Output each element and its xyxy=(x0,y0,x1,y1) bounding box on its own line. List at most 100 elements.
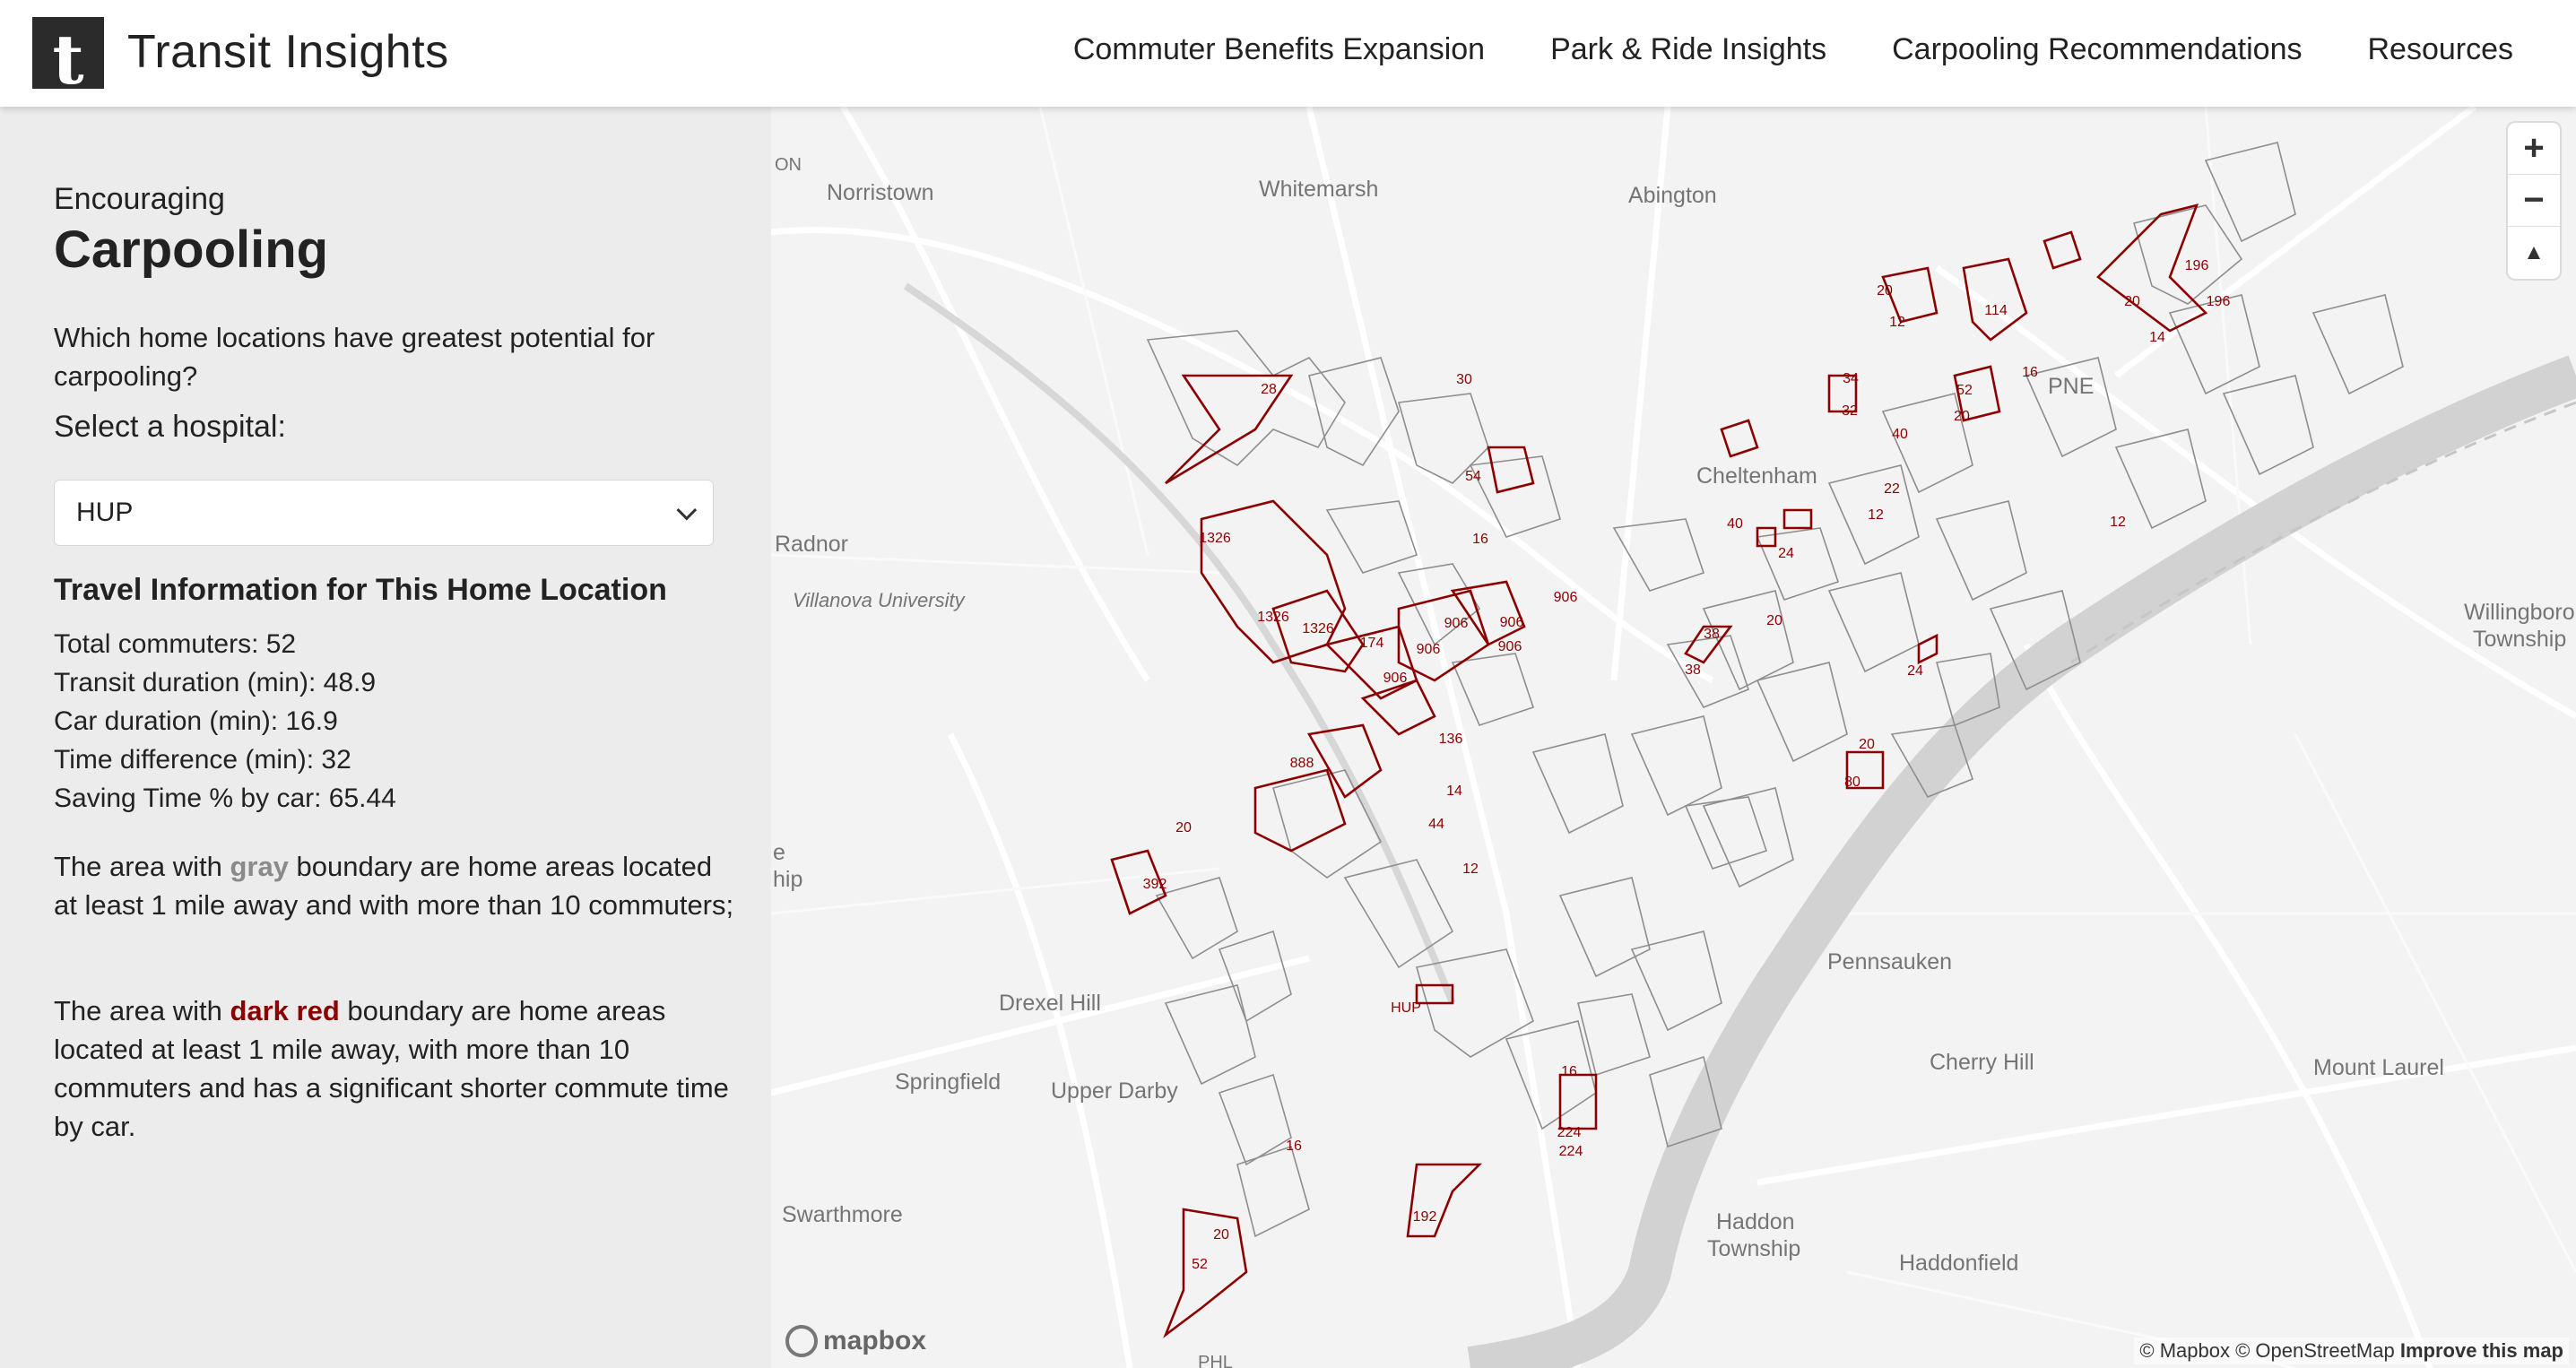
polygon-label: 16 xyxy=(1286,1139,1302,1154)
polygon-label: 28 xyxy=(1261,382,1277,397)
hospital-select[interactable]: HUP xyxy=(54,480,714,546)
polygon-label: 34 xyxy=(1843,371,1859,386)
polygon-label: 16 xyxy=(2022,365,2038,380)
polygon-label: 196 xyxy=(2185,258,2209,273)
zoom-in-button[interactable]: + xyxy=(2508,123,2560,175)
place-label: PHL xyxy=(1198,1353,1233,1368)
zoom-out-button[interactable]: − xyxy=(2508,175,2560,227)
polygon-label: 392 xyxy=(1143,877,1167,892)
polygon-label: 52 xyxy=(1956,383,1973,398)
map-canvas[interactable]: 28 30 54 16 1326 1326 1326 174 906 906 9… xyxy=(771,107,2576,1368)
app-header: t Transit Insights Commuter Benefits Exp… xyxy=(0,0,2576,107)
info-car-duration: Car duration (min): 16.9 xyxy=(54,706,338,736)
polygon-label: 906 xyxy=(1417,642,1441,657)
mapbox-icon xyxy=(785,1325,818,1357)
sidebar: Encouraging Carpooling Which home locati… xyxy=(0,107,771,1368)
polygon-label: 1326 xyxy=(1302,621,1334,636)
place-label: Pennsauken xyxy=(1827,949,1953,974)
map-basemap: 28 30 54 16 1326 1326 1326 174 906 906 9… xyxy=(771,107,2576,1368)
info-time-difference: Time difference (min): 32 xyxy=(54,745,351,775)
polygon-label: 20 xyxy=(1766,613,1782,628)
attribution-text[interactable]: © Mapbox © OpenStreetMap xyxy=(2139,1339,2394,1362)
improve-map-link[interactable]: Improve this map xyxy=(2400,1339,2563,1362)
polygon-label: 906 xyxy=(1500,615,1524,630)
polygon-label: 40 xyxy=(1727,516,1743,532)
polygon-label: 40 xyxy=(1892,427,1908,442)
polygon-label: 52 xyxy=(1192,1257,1208,1272)
polygon-label: 12 xyxy=(1868,507,1884,523)
polygon-label: 224 xyxy=(1559,1144,1583,1159)
polygon-label: 20 xyxy=(1175,820,1192,836)
main-nav: Commuter Benefits Expansion Park & Ride … xyxy=(1073,32,2513,67)
polygon-label: 1326 xyxy=(1257,610,1289,625)
polygon-label: 20 xyxy=(1213,1227,1229,1242)
polygon-label: 906 xyxy=(1383,671,1408,686)
chevron-down-icon xyxy=(676,499,698,521)
nav-resources[interactable]: Resources xyxy=(2367,32,2513,67)
compass-icon[interactable]: ▲ xyxy=(2508,227,2560,279)
info-transit-duration: Transit duration (min): 48.9 xyxy=(54,668,377,697)
polygon-label: 20 xyxy=(1877,283,1893,299)
info-saving-time: Saving Time % by car: 65.44 xyxy=(54,784,396,813)
travel-info-title: Travel Information for This Home Locatio… xyxy=(54,573,667,607)
place-label: Cherry Hill xyxy=(1930,1050,2034,1075)
polygon-label: 12 xyxy=(1462,861,1479,877)
gray-boundary-description: The area with gray boundary are home are… xyxy=(54,851,734,921)
polygon-label: 30 xyxy=(1456,372,1472,387)
place-label: Haddonfield xyxy=(1899,1251,2019,1276)
polygon-label: 224 xyxy=(1557,1125,1582,1140)
place-label: Norristown xyxy=(827,180,934,205)
polygon-label: 1326 xyxy=(1199,531,1231,546)
question-text: Which home locations have greatest poten… xyxy=(54,322,655,392)
nav-carpooling[interactable]: Carpooling Recommendations xyxy=(1892,32,2302,67)
travel-info-list: Total commuters: 52 Transit duration (mi… xyxy=(54,625,396,818)
polygon-label: 20 xyxy=(1954,409,1970,424)
map-attribution: © Mapbox © OpenStreetMap Improve this ma… xyxy=(2134,1338,2569,1364)
polygon-label: 32 xyxy=(1842,403,1858,419)
nav-commuter-benefits[interactable]: Commuter Benefits Expansion xyxy=(1073,32,1485,67)
polygon-label: 192 xyxy=(1413,1209,1437,1225)
place-label: Cheltenham xyxy=(1696,463,1817,489)
polygon-label: 114 xyxy=(1984,303,2008,318)
polygon-label: 20 xyxy=(1859,737,1875,752)
polygon-label: 14 xyxy=(1446,784,1462,799)
place-label: hip xyxy=(773,867,803,892)
polygon-label: 54 xyxy=(1465,469,1481,484)
polygon-label: 24 xyxy=(1907,663,1923,679)
place-label: Whitemarsh xyxy=(1259,177,1379,202)
place-label: ON xyxy=(775,155,802,175)
polygon-label: 80 xyxy=(1844,775,1860,790)
place-label: Township xyxy=(1707,1236,1801,1261)
hospital-select-value: HUP xyxy=(76,498,134,527)
polygon-label: HUP xyxy=(1391,1000,1421,1016)
place-label: Willingboro xyxy=(2464,600,2575,625)
nav-park-ride[interactable]: Park & Ride Insights xyxy=(1550,32,1826,67)
mapbox-logo[interactable]: mapbox xyxy=(785,1325,926,1357)
section-eyebrow: Encouraging xyxy=(54,182,225,216)
app-title[interactable]: Transit Insights xyxy=(127,25,449,79)
polygon-label: 44 xyxy=(1428,817,1444,832)
place-label: Abington xyxy=(1628,183,1717,208)
place-label: Springfield xyxy=(895,1069,1002,1095)
red-boundary-description: The area with dark red boundary are home… xyxy=(54,995,729,1142)
map-zoom-controls: + − ▲ xyxy=(2508,123,2560,279)
polygon-label: 906 xyxy=(1498,639,1522,654)
place-label: Drexel Hill xyxy=(999,991,1101,1016)
place-label: Haddon xyxy=(1716,1209,1795,1234)
polygon-label: 14 xyxy=(2149,330,2165,345)
place-label: Villanova University xyxy=(793,589,965,611)
place-label: Township xyxy=(2473,627,2567,652)
polygon-label: 38 xyxy=(1704,627,1720,642)
place-label: e xyxy=(773,840,785,865)
polygon-label: 12 xyxy=(1889,315,1905,330)
polygon-label: 38 xyxy=(1685,662,1701,678)
polygon-label: 196 xyxy=(2207,294,2231,309)
polygon-label: 906 xyxy=(1444,616,1469,631)
logo-icon[interactable]: t xyxy=(32,17,104,89)
place-label: Mount Laurel xyxy=(2313,1055,2444,1080)
select-hospital-label: Select a hospital: xyxy=(54,410,286,444)
polygon-label: 16 xyxy=(1472,532,1488,547)
polygon-label: 16 xyxy=(1561,1064,1577,1079)
place-label: PNE xyxy=(2048,374,2095,399)
polygon-label: 22 xyxy=(1884,481,1900,497)
